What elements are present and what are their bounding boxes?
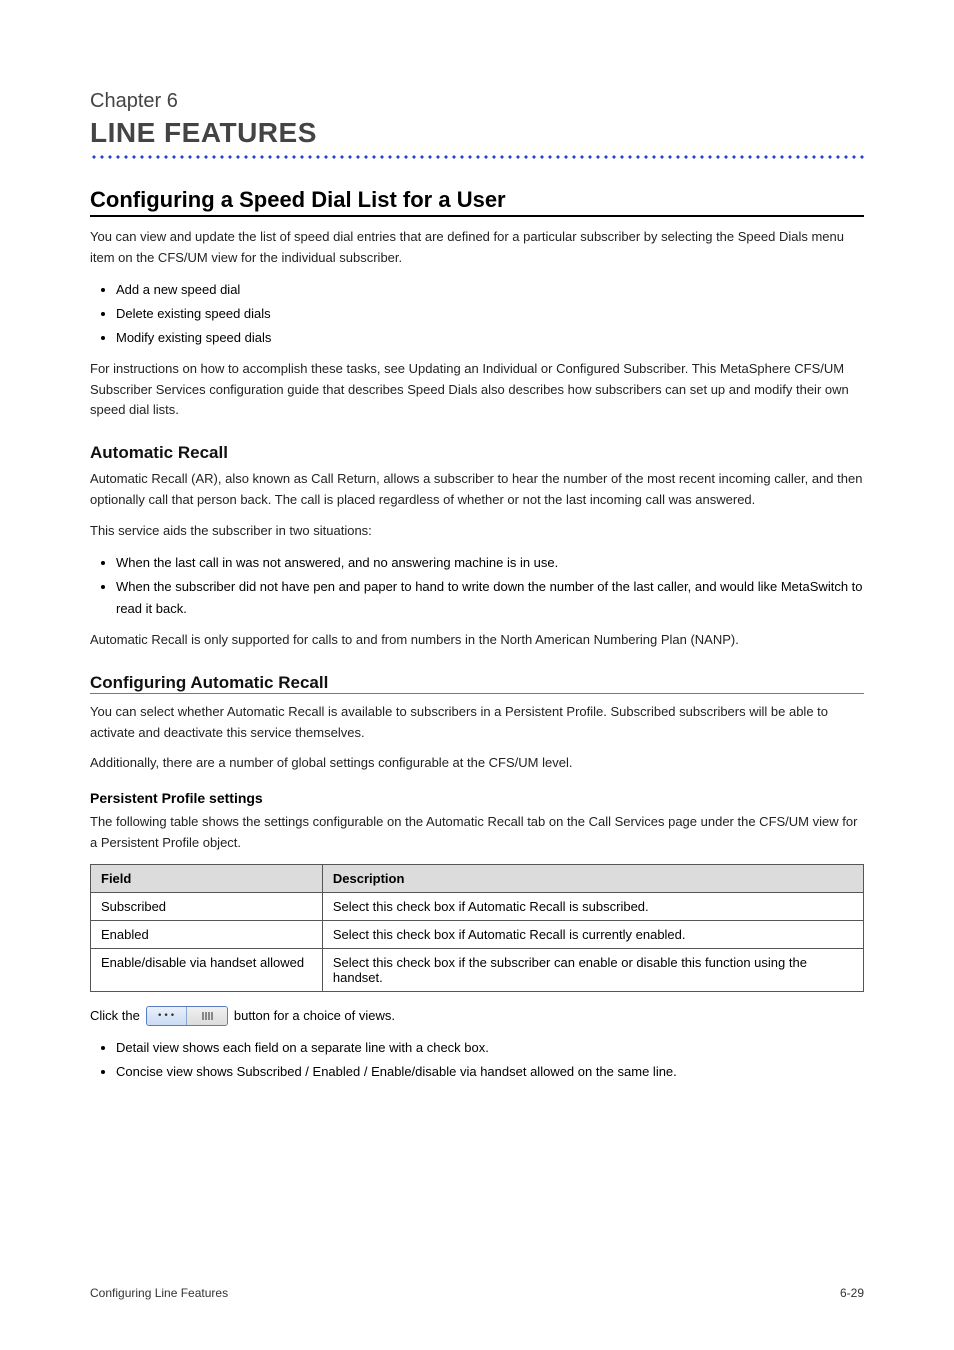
after-bullets-paragraph: For instructions on how to accomplish th… xyxy=(90,359,864,421)
intro-paragraph: You can view and update the list of spee… xyxy=(90,227,864,269)
subsection-divider xyxy=(90,693,864,694)
table-header-row: Field Description xyxy=(91,864,864,892)
section-divider xyxy=(90,215,864,217)
intro-bullet-list: Add a new speed dial Delete existing spe… xyxy=(90,279,864,349)
persistent-profile-heading: Persistent Profile settings xyxy=(90,790,864,806)
footer-left: Configuring Line Features xyxy=(90,1286,228,1300)
list-item: When the last call in was not answered, … xyxy=(116,552,864,574)
view-choice-prefix: Click the xyxy=(90,1006,140,1027)
page-footer: Configuring Line Features 6-29 xyxy=(90,1286,864,1300)
table-cell-description: Select this check box if Automatic Recal… xyxy=(322,920,863,948)
dots-icon: ••• xyxy=(147,1007,188,1025)
configuring-ar-heading: Configuring Automatic Recall xyxy=(90,673,864,693)
table-row: Enabled Select this check box if Automat… xyxy=(91,920,864,948)
list-item: Delete existing speed dials xyxy=(116,303,864,325)
table-header-description: Description xyxy=(322,864,863,892)
table-cell-field: Subscribed xyxy=(91,892,323,920)
ar-paragraph-1: Automatic Recall (AR), also known as Cal… xyxy=(90,469,864,511)
persistent-profile-paragraph: The following table shows the settings c… xyxy=(90,812,864,854)
configuring-ar-paragraph-2: Additionally, there are a number of glob… xyxy=(90,753,864,774)
bars-icon xyxy=(187,1007,227,1025)
footer-right: 6-29 xyxy=(840,1286,864,1300)
table-cell-description: Select this check box if the subscriber … xyxy=(322,948,863,991)
chapter-title: LINE FEATURES xyxy=(90,117,864,149)
configuring-ar-paragraph-1: You can select whether Automatic Recall … xyxy=(90,702,864,744)
list-item: Detail view shows each field on a separa… xyxy=(116,1037,864,1059)
list-item: Modify existing speed dials xyxy=(116,327,864,349)
chapter-label: Chapter 6 xyxy=(90,90,864,113)
ar-bullet-list: When the last call in was not answered, … xyxy=(90,552,864,620)
automatic-recall-heading: Automatic Recall xyxy=(90,443,864,463)
ar-paragraph-3: Automatic Recall is only supported for c… xyxy=(90,630,864,651)
ar-paragraph-2: This service aids the subscriber in two … xyxy=(90,521,864,542)
view-choice-line: Click the ••• button for a choice of vie… xyxy=(90,1006,864,1027)
table-cell-description: Select this check box if Automatic Recal… xyxy=(322,892,863,920)
table-cell-field: Enabled xyxy=(91,920,323,948)
list-item: Add a new speed dial xyxy=(116,279,864,301)
table-row: Subscribed Select this check box if Auto… xyxy=(91,892,864,920)
section-heading: Configuring a Speed Dial List for a User xyxy=(90,187,864,213)
table-header-field: Field xyxy=(91,864,323,892)
table-row: Enable/disable via handset allowed Selec… xyxy=(91,948,864,991)
view-toggle-button[interactable]: ••• xyxy=(146,1006,228,1026)
settings-table: Field Description Subscribed Select this… xyxy=(90,864,864,992)
view-bullets: Detail view shows each field on a separa… xyxy=(90,1037,864,1083)
list-item: When the subscriber did not have pen and… xyxy=(116,576,864,620)
view-choice-rest: button for a choice of views. xyxy=(234,1006,395,1027)
list-item: Concise view shows Subscribed / Enabled … xyxy=(116,1061,864,1083)
dotted-divider xyxy=(90,155,864,159)
table-cell-field: Enable/disable via handset allowed xyxy=(91,948,323,991)
